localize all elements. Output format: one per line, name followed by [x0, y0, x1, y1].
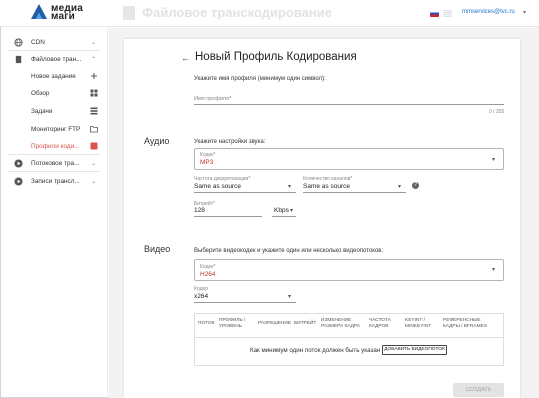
empty-streams-message: Как минимум один поток должен быть указа… — [250, 347, 381, 354]
samplerate-underline — [194, 192, 296, 193]
audio-codec-select[interactable] — [194, 148, 504, 170]
sidebar-item-label: Новое задание — [31, 72, 76, 80]
video-hint: Выберите видеокодек и укажите один или н… — [194, 248, 384, 254]
profile-name-hint: Укажите имя профиля (минимум один символ… — [194, 76, 326, 82]
bitrate-input[interactable]: 128 — [194, 207, 205, 214]
samplerate-select[interactable]: Same as source — [194, 183, 241, 190]
us-flag-icon[interactable] — [443, 10, 452, 17]
video-section-title: Видео — [144, 244, 171, 254]
chevron-down-icon: ▾ — [288, 184, 292, 190]
encoder-select[interactable]: x264 — [194, 293, 208, 300]
chevron-down-icon[interactable]: ▾ — [523, 9, 526, 16]
sidebar-item-stream-transcoding[interactable]: Потоковое тра... ⌄ — [0, 155, 108, 171]
sidebar-item-encoding-profiles[interactable]: Профили коди... — [0, 138, 108, 154]
document-icon — [123, 6, 135, 20]
col-header-stream: ПОТОК — [198, 321, 215, 326]
char-counter: 0 / 255 — [489, 109, 505, 115]
user-email[interactable]: mmservices@tvc.ru — [462, 9, 515, 15]
bitrate-unit-select[interactable]: Kbps — [274, 207, 289, 214]
chevron-down-icon: ▾ — [492, 157, 496, 163]
logo-line-2: маги — [51, 11, 75, 22]
add-video-stream-button[interactable]: ДОБАВИТЬ ВИДЕОПОТОК — [382, 345, 447, 355]
sidebar-item-label: CDN — [31, 38, 45, 46]
sidebar-item-label: Обзор — [31, 89, 50, 97]
chevron-down-icon: ⌄ — [91, 178, 97, 185]
sidebar-item-file-transcoding[interactable]: Файловое тран... ⌃ — [0, 51, 108, 67]
col-header-bitrate: БИТРЕЙТ — [294, 321, 317, 326]
logo[interactable]: медиа маги — [51, 4, 83, 22]
sidebar-item-tasks[interactable]: Задачи — [0, 103, 108, 119]
file-icon — [15, 55, 22, 63]
chevron-down-icon: ⌄ — [91, 39, 97, 46]
col-header-keyint: KEYINT / MINKEYINT — [405, 318, 432, 329]
plus-icon — [91, 73, 97, 79]
ru-flag-icon[interactable] — [430, 10, 439, 17]
col-header-framerate: ЧАСТОТА КАДРОВ — [369, 318, 392, 329]
sidebar-item-label: Файловое тран... — [31, 55, 82, 63]
chevron-down-icon: ▾ — [288, 294, 292, 300]
profile-name-field[interactable]: Имя профиля* — [194, 96, 231, 102]
channels-underline — [303, 192, 406, 193]
logo-mark-icon — [31, 4, 47, 19]
audio-hint: Укажите настройки звука: — [194, 139, 266, 145]
sidebar-item-label: Записи трансл... — [31, 177, 80, 185]
audio-section-title: Аудио — [144, 136, 170, 146]
create-button[interactable]: СОЗДАТЬ — [453, 383, 504, 397]
encoder-underline — [194, 302, 296, 303]
sidebar-item-ftp-monitoring[interactable]: Мониторинг FTP — [0, 121, 108, 137]
sidebar-item-label: Потоковое тра... — [31, 159, 80, 167]
chevron-down-icon: ▾ — [492, 267, 496, 273]
bitrate-unit-underline — [272, 216, 296, 217]
sidebar-item-new-task[interactable]: Новое задание — [0, 68, 108, 84]
video-codec-value: H264 — [200, 271, 216, 278]
col-header-ref-frames: РЕФЕРЕНСНЫЕ КАДРЫ / BFRAMES — [443, 318, 488, 329]
divider — [8, 171, 100, 172]
col-header-resolution: РАЗРЕШЕНИЕ — [258, 321, 292, 326]
bitrate-underline — [194, 216, 262, 217]
audio-codec-label: Кодек* — [200, 152, 216, 158]
app-title: Файловое транскодирование — [142, 5, 332, 20]
chevron-down-icon: ▾ — [290, 208, 294, 214]
profile-name-underline — [194, 104, 504, 105]
chevron-down-icon: ⌄ — [91, 160, 97, 167]
sidebar-item-cdn[interactable]: CDN ⌄ — [0, 34, 108, 50]
profile-icon — [90, 142, 98, 150]
samplerate-label: Частота дискретизации* — [194, 176, 251, 182]
back-arrow-icon[interactable]: ← — [181, 53, 190, 63]
page-title: Новый Профиль Кодирования — [195, 51, 357, 63]
sidebar-item-label: Задачи — [31, 107, 53, 115]
encoder-label: Кодер — [194, 286, 209, 292]
folder-icon — [90, 126, 98, 133]
channels-label: Количество каналов* — [303, 176, 353, 182]
chevron-up-icon: ⌃ — [91, 56, 97, 63]
play-circle-icon — [14, 176, 23, 186]
sidebar-item-broadcast-recordings[interactable]: Записи трансл... ⌄ — [0, 173, 108, 189]
audio-codec-value: MP3 — [200, 159, 214, 166]
top-bar: медиа маги Файловое транскодирование mms… — [0, 0, 539, 27]
grid-icon — [90, 89, 98, 97]
chevron-down-icon: ▾ — [398, 184, 402, 190]
channels-select[interactable]: Same as source — [303, 183, 350, 190]
sidebar-item-overview[interactable]: Обзор — [0, 85, 108, 101]
col-header-profile-level: ПРОФИЛЬ / УРОВЕНЬ — [219, 318, 246, 329]
help-icon[interactable]: ? — [412, 182, 419, 189]
table-divider — [194, 337, 504, 338]
video-codec-label: Кодек* — [200, 264, 216, 270]
play-circle-icon — [14, 158, 23, 168]
col-header-frame-resize: ИЗМЕНЕНИЕ РАЗМЕРА КАДРА — [321, 318, 361, 329]
video-codec-select[interactable] — [194, 259, 504, 281]
sidebar-item-label: Мониторинг FTP — [31, 125, 81, 133]
globe-icon — [14, 37, 23, 47]
list-icon — [90, 107, 98, 115]
sidebar-item-label: Профили коди... — [31, 142, 80, 150]
